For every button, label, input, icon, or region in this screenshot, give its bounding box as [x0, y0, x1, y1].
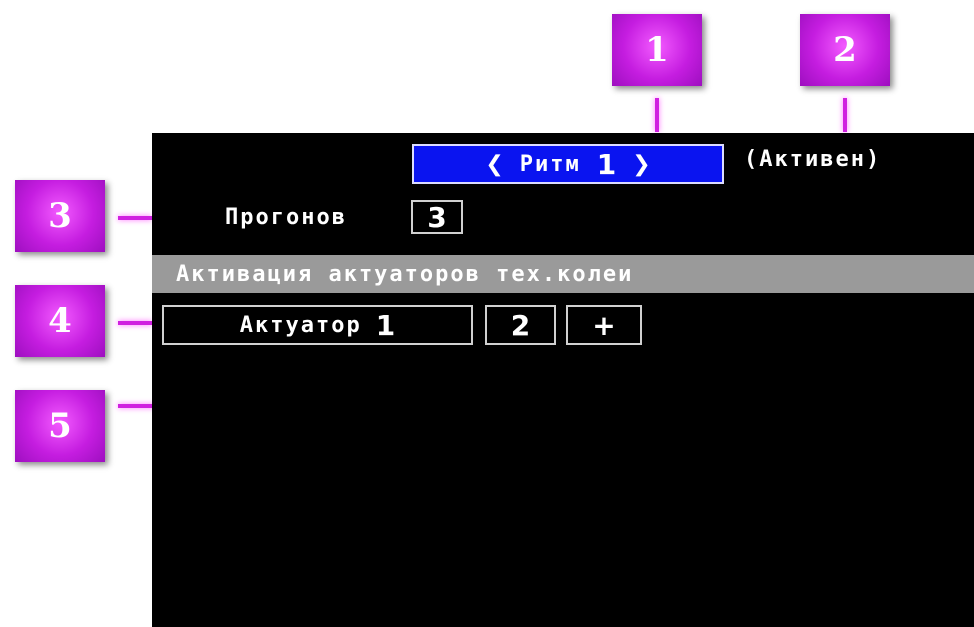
rhythm-status: (Активен) [744, 147, 882, 172]
callout-badge-4: 4 [15, 285, 105, 357]
actuator-button-2[interactable]: 2 [485, 305, 556, 345]
callout-number: 2 [833, 30, 857, 70]
runs-label: Прогонов [225, 205, 347, 230]
plus-icon: + [592, 308, 616, 342]
actuator-number: 2 [510, 308, 531, 342]
device-screen: ❮ Ритм 1 ❯ (Активен) Прогонов 3 Активаци… [152, 133, 974, 627]
callout-number: 5 [48, 406, 72, 446]
rhythm-number: 1 [596, 147, 617, 181]
runs-value-field[interactable]: 3 [411, 200, 463, 234]
callout-number: 4 [48, 301, 72, 341]
callout-badge-3: 3 [15, 180, 105, 252]
add-actuator-button[interactable]: + [566, 305, 642, 345]
actuator-button-1[interactable]: Актуатор 1 [162, 305, 473, 345]
section-header: Активация актуаторов тех.колеи [152, 255, 974, 293]
runs-value: 3 [427, 200, 447, 234]
actuator-number: 1 [375, 308, 396, 342]
callout-number: 1 [645, 30, 669, 70]
callout-number: 3 [48, 196, 72, 236]
callout-badge-5: 5 [15, 390, 105, 462]
rhythm-selector[interactable]: ❮ Ритм 1 ❯ [412, 144, 724, 184]
rhythm-name: Ритм [519, 151, 581, 177]
callout-badge-1: 1 [612, 14, 702, 86]
section-title: Активация актуаторов тех.колеи [176, 261, 634, 287]
chevron-left-icon[interactable]: ❮ [485, 152, 503, 177]
chevron-right-icon[interactable]: ❯ [632, 152, 650, 177]
actuator-label: Актуатор [239, 312, 362, 338]
callout-badge-2: 2 [800, 14, 890, 86]
